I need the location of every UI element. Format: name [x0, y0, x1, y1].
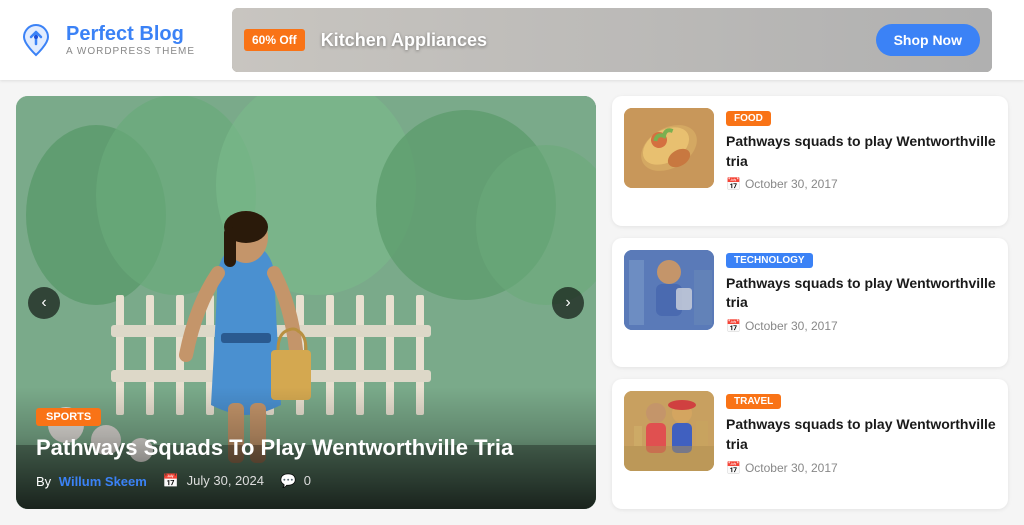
hero-author: By Willum Skeem	[36, 474, 147, 489]
calendar-icon-travel: 📅	[726, 461, 741, 475]
tech-article-date: 📅 October 30, 2017	[726, 319, 996, 333]
article-info-tech: TECHNOLOGY Pathways squads to play Wentw…	[726, 250, 996, 333]
article-card-food: FOOD Pathways squads to play Wentworthvi…	[612, 96, 1008, 226]
article-card-tech: TECHNOLOGY Pathways squads to play Wentw…	[612, 238, 1008, 368]
travel-category-badge: TRAVEL	[726, 394, 781, 409]
main-content: SPORTS Pathways Squads To Play Wentworth…	[0, 80, 1024, 525]
tech-thumbnail-image	[624, 250, 714, 330]
food-category-badge: FOOD	[726, 111, 771, 126]
logo-area: Perfect Blog A WordPress Theme	[16, 20, 216, 60]
article-card-travel: TRAVEL Pathways squads to play Wentworth…	[612, 379, 1008, 509]
header: Perfect Blog A WordPress Theme 60% Off	[0, 0, 1024, 80]
banner-discount-badge: 60% Off	[244, 29, 305, 51]
travel-svg	[624, 391, 714, 471]
tech-article-title: Pathways squads to play Wentworthville t…	[726, 274, 996, 313]
right-sidebar: FOOD Pathways squads to play Wentworthvi…	[612, 96, 1008, 509]
hero-meta: By Willum Skeem 📅 July 30, 2024 💬 0	[36, 473, 576, 489]
hero-comments: 💬 0	[280, 473, 311, 489]
travel-article-title: Pathways squads to play Wentworthville t…	[726, 415, 996, 454]
article-info-travel: TRAVEL Pathways squads to play Wentworth…	[726, 391, 996, 474]
slider-next-button[interactable]: ›	[552, 287, 584, 319]
tech-svg	[624, 250, 714, 330]
food-thumbnail-image	[624, 108, 714, 188]
hero-category-badge: SPORTS	[36, 408, 101, 426]
shop-now-button[interactable]: Shop Now	[876, 24, 980, 56]
hero-overlay: SPORTS Pathways Squads To Play Wentworth…	[16, 387, 596, 509]
slider-prev-button[interactable]: ‹	[28, 287, 60, 319]
tech-category-badge: TECHNOLOGY	[726, 253, 813, 268]
logo-icon	[16, 20, 56, 60]
article-info-food: FOOD Pathways squads to play Wentworthvi…	[726, 108, 996, 191]
hero-date: 📅 July 30, 2024	[163, 473, 264, 489]
food-article-title: Pathways squads to play Wentworthville t…	[726, 132, 996, 171]
article-thumb-tech	[624, 250, 714, 330]
travel-article-date: 📅 October 30, 2017	[726, 461, 996, 475]
hero-title: Pathways Squads To Play Wentworthville T…	[36, 434, 576, 463]
banner-ad: 60% Off Kitchen Appliances Shop Now	[232, 8, 992, 72]
banner-title: Kitchen Appliances	[321, 30, 487, 51]
travel-thumbnail-image	[624, 391, 714, 471]
article-thumb-travel	[624, 391, 714, 471]
food-svg	[624, 108, 714, 188]
calendar-icon-food: 📅	[726, 177, 741, 191]
logo-text: Perfect Blog A WordPress Theme	[66, 23, 195, 57]
calendar-icon: 📅	[163, 473, 179, 488]
logo-subtitle: A WordPress Theme	[66, 46, 195, 57]
article-thumb-food	[624, 108, 714, 188]
calendar-icon-tech: 📅	[726, 319, 741, 333]
hero-slider: SPORTS Pathways Squads To Play Wentworth…	[16, 96, 596, 509]
comment-icon: 💬	[280, 473, 296, 488]
food-article-date: 📅 October 30, 2017	[726, 177, 996, 191]
logo-title: Perfect Blog	[66, 23, 195, 46]
